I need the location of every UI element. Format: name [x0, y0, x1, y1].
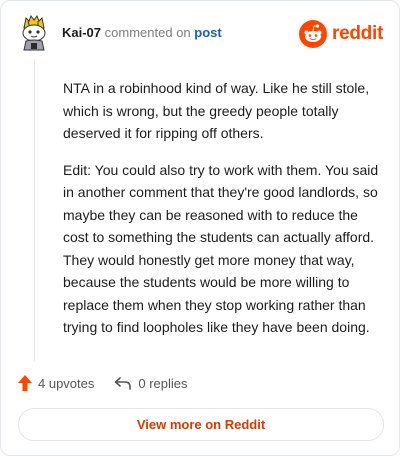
author-name[interactable]: Kai-07	[62, 25, 101, 40]
reply-arrow-icon	[115, 377, 132, 390]
reply-count: 0 replies	[138, 375, 188, 391]
comment-card: Kai-07 commented on post reddit NTA in a…	[0, 0, 400, 456]
comment-stats: 4 upvotes 0 replies	[18, 373, 188, 393]
comment-paragraph: Edit: You could also try to work with th…	[63, 161, 379, 336]
avatar[interactable]	[18, 15, 50, 51]
upvote-arrow-icon	[18, 375, 32, 391]
post-link[interactable]: post	[194, 25, 221, 40]
upvote-stat[interactable]: 4 upvotes	[18, 375, 94, 391]
comment-header: Kai-07 commented on post reddit	[18, 15, 385, 51]
comment-paragraph: NTA in a robinhood kind of way. Like he …	[63, 80, 370, 141]
upvote-count: 4 upvotes	[38, 375, 95, 391]
reply-stat[interactable]: 0 replies	[114, 375, 188, 391]
brand-wordmark: reddit	[332, 23, 383, 44]
reddit-logo-icon	[299, 20, 328, 48]
comment-body: NTA in a robinhood kind of way. Like he …	[63, 77, 383, 353]
comment-meta: Kai-07 commented on post	[62, 25, 222, 41]
reddit-brand[interactable]: reddit	[299, 20, 383, 48]
view-more-button[interactable]: View more on Reddit	[18, 408, 384, 441]
action-text: commented on	[104, 25, 191, 40]
thread-line	[34, 59, 35, 361]
